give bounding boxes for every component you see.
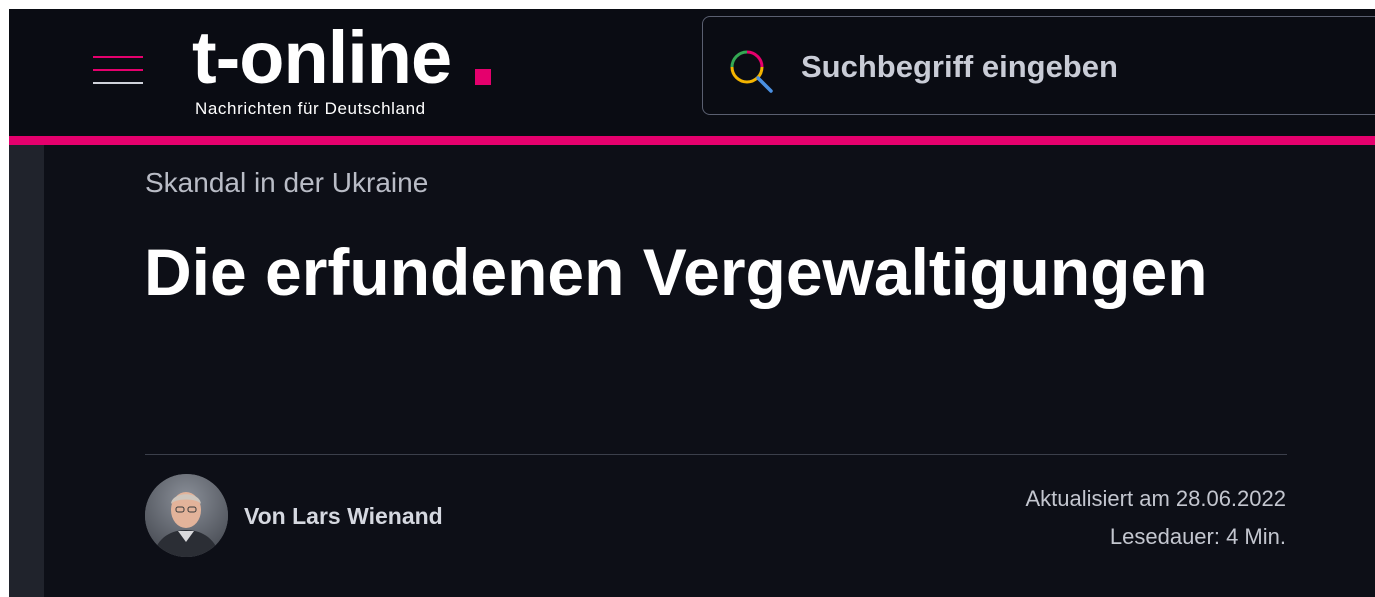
search-input[interactable] xyxy=(801,45,1361,89)
site-header: t-online Nachrichten für Deutschland xyxy=(9,9,1375,136)
article-meta: Aktualisiert am 28.06.2022 Lesedauer: 4 … xyxy=(1026,480,1287,556)
updated-date: Aktualisiert am 28.06.2022 xyxy=(1025,486,1287,511)
t-online-logo[interactable]: t-online Nachrichten für Deutschland xyxy=(192,17,512,127)
search-icon[interactable] xyxy=(725,45,779,93)
search-box[interactable] xyxy=(702,16,1375,115)
article-headline: Die erfundenen Vergewaltigungen xyxy=(144,235,1208,309)
reading-time: Lesedauer: 4 Min. xyxy=(1109,524,1286,549)
logo-tagline: Nachrichten für Deutschland xyxy=(195,99,426,118)
divider xyxy=(145,454,1287,455)
author-avatar[interactable] xyxy=(145,474,228,557)
logo-wordmark: t-online xyxy=(192,16,452,99)
author-name[interactable]: Von Lars Wienand xyxy=(244,503,443,530)
left-rail xyxy=(9,145,44,597)
page: t-online Nachrichten für Deutschland Ska… xyxy=(9,9,1375,597)
hamburger-menu-icon[interactable] xyxy=(93,49,143,89)
article-kicker: Skandal in der Ukraine xyxy=(145,167,429,198)
header-accent-line xyxy=(9,136,1375,145)
author-photo xyxy=(145,474,228,557)
logo-dot xyxy=(475,69,491,85)
